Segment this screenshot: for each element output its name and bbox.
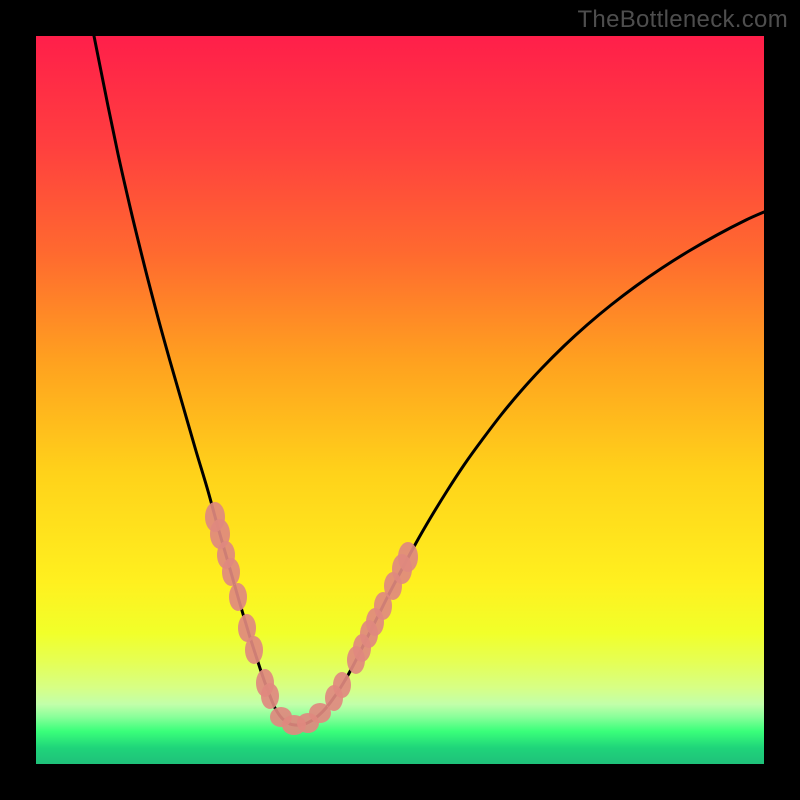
data-bead <box>245 636 263 664</box>
bottleneck-curve <box>90 36 764 725</box>
plot-area <box>36 36 764 764</box>
data-bead <box>261 683 279 709</box>
chart-frame: TheBottleneck.com <box>0 0 800 800</box>
data-bead <box>222 558 240 586</box>
watermark-text: TheBottleneck.com <box>577 6 788 34</box>
data-bead <box>333 672 351 698</box>
bead-group <box>205 502 418 735</box>
data-bead <box>229 583 247 611</box>
data-bead <box>398 542 418 572</box>
curve-layer <box>36 36 764 764</box>
